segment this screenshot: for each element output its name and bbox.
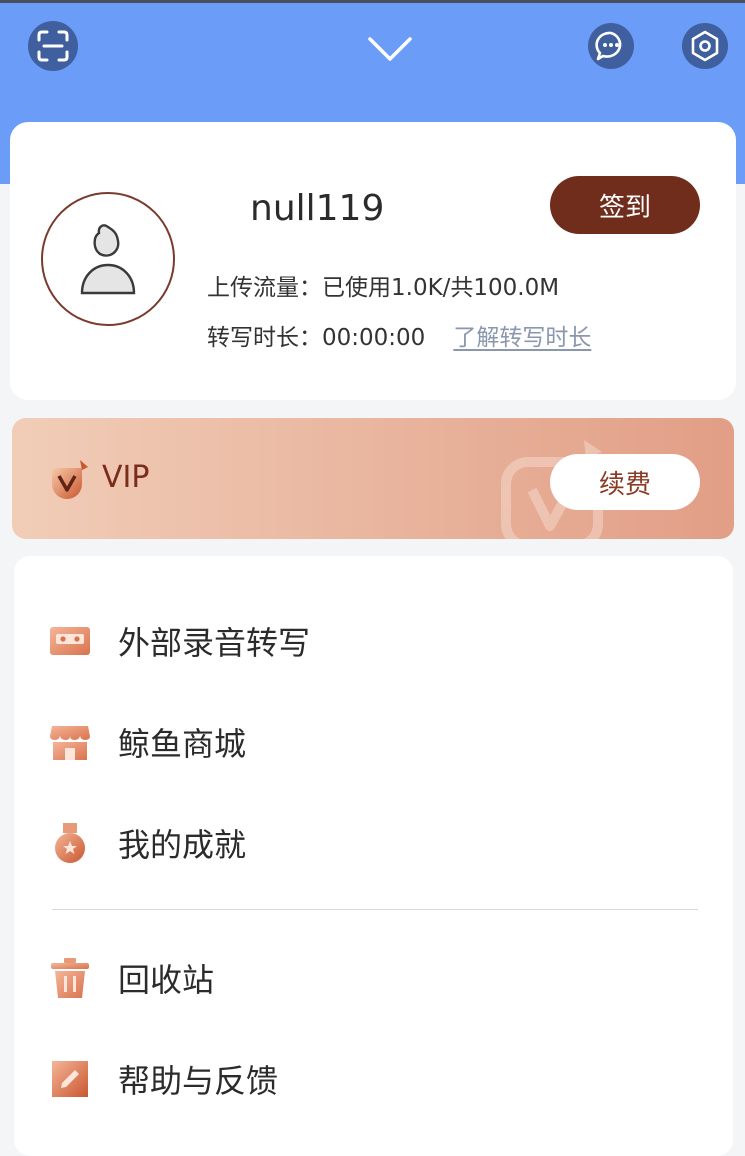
- learn-duration-link[interactable]: 了解转写时长: [453, 325, 591, 351]
- trash-icon: [48, 956, 92, 1000]
- edit-icon: [48, 1057, 92, 1101]
- transcribe-duration: 转写时长：00:00:00: [207, 325, 426, 351]
- username: null119: [250, 188, 385, 229]
- menu-item-shop[interactable]: 鲸鱼商城: [14, 702, 733, 782]
- message-icon[interactable]: [588, 23, 634, 69]
- menu-divider: [52, 909, 698, 910]
- upload-traffic: 上传流量：已使用1.0K/共100.0M: [207, 275, 560, 301]
- menu-card: 外部录音转写 鲸鱼商城 我的成就 回收站 帮助与反馈: [14, 556, 733, 1156]
- transcribe-duration-row: 转写时长：00:00:00 了解转写时长: [207, 318, 591, 352]
- menu-label: 鲸鱼商城: [118, 725, 247, 763]
- shop-icon: [48, 720, 92, 764]
- menu-item-recycle-bin[interactable]: 回收站: [14, 938, 733, 1018]
- vip-label: VIP: [102, 460, 150, 495]
- menu-label: 帮助与反馈: [118, 1062, 279, 1100]
- user-icon: [80, 224, 136, 295]
- menu-label: 我的成就: [118, 826, 247, 864]
- cassette-icon: [48, 619, 92, 663]
- avatar[interactable]: [41, 192, 175, 326]
- menu-item-external-recording[interactable]: 外部录音转写: [14, 601, 733, 681]
- scan-icon[interactable]: [28, 21, 78, 71]
- menu-item-achievements[interactable]: 我的成就: [14, 803, 733, 883]
- renew-button[interactable]: 续费: [550, 454, 700, 510]
- checkin-button[interactable]: 签到: [550, 176, 700, 234]
- medal-icon: [48, 821, 92, 865]
- vip-card[interactable]: VIP 续费: [12, 418, 734, 539]
- vip-badge-icon: [52, 460, 88, 499]
- chevron-down-icon[interactable]: [365, 31, 415, 67]
- settings-icon[interactable]: [682, 23, 728, 69]
- menu-label: 回收站: [118, 961, 215, 999]
- menu-label: 外部录音转写: [118, 624, 311, 662]
- profile-card: null119 签到 上传流量：已使用1.0K/共100.0M 转写时长：00:…: [10, 122, 736, 400]
- menu-item-help-feedback[interactable]: 帮助与反馈: [14, 1039, 733, 1119]
